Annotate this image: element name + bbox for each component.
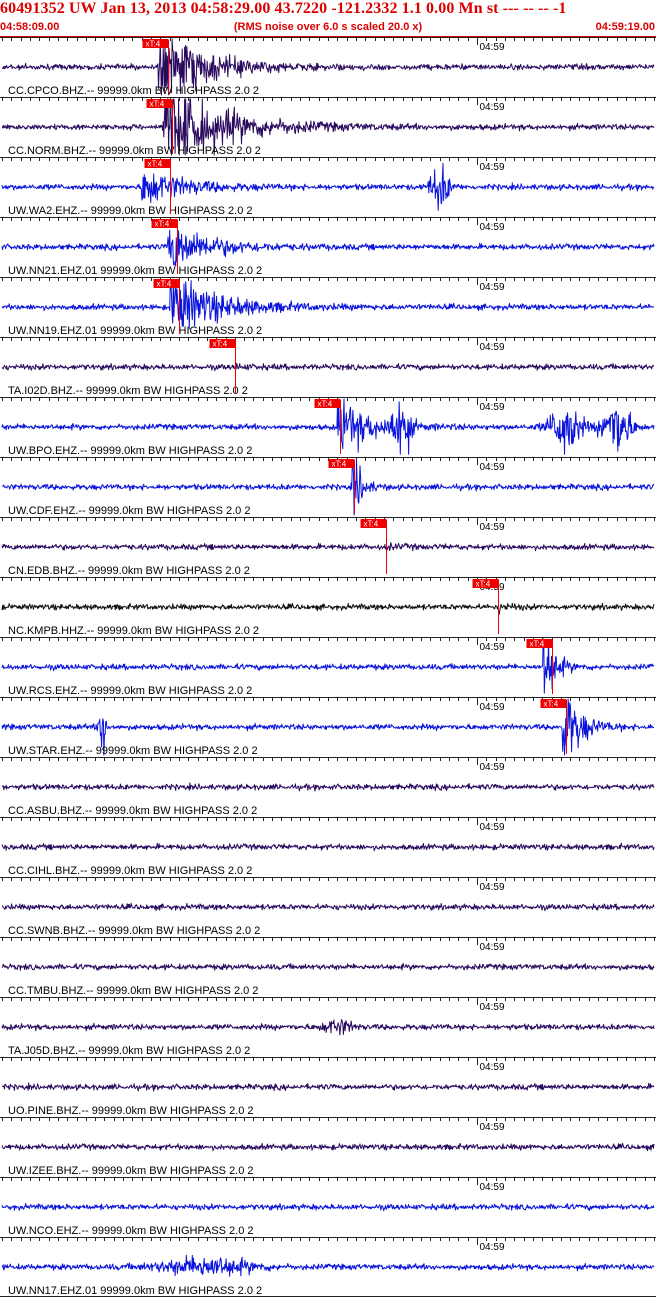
pick-label: xT:4 bbox=[364, 520, 379, 529]
trace-label: UW.RCS.EHZ.-- 99999.0km BW HIGHPASS 2.0 … bbox=[8, 685, 252, 697]
minute-label: 04:59 bbox=[480, 882, 505, 893]
pick-label: xT:4 bbox=[148, 160, 163, 169]
minute-label: 04:59 bbox=[480, 822, 505, 833]
waveform-trace bbox=[1, 602, 655, 615]
minute-label: 04:59 bbox=[480, 342, 505, 353]
minute-label: 04:59 bbox=[480, 1242, 505, 1253]
waveform-trace bbox=[1, 1142, 655, 1152]
waveform-trace bbox=[1, 782, 655, 792]
pick-label: xT:4 bbox=[155, 220, 170, 229]
trace-label: TA.J05D.BHZ.-- 99999.0km BW HIGHPASS 2.0… bbox=[8, 1045, 250, 1057]
trace-label: CC.CPCO.BHZ.-- 99999.0km BW HIGHPASS 2.0… bbox=[8, 85, 259, 97]
trace-label: UW.IZEE.BHZ.-- 99999.0km BW HIGHPASS 2.0… bbox=[8, 1165, 254, 1177]
pick-label: xT:4 bbox=[318, 400, 333, 409]
waveform-trace bbox=[1, 842, 655, 852]
pick-label: xT:4 bbox=[544, 700, 559, 709]
minute-label: 04:59 bbox=[480, 702, 505, 713]
minute-label: 04:59 bbox=[480, 102, 505, 113]
waveform-trace bbox=[1, 1082, 655, 1092]
minute-label: 04:59 bbox=[480, 282, 505, 293]
trace-label: CC.NORM.BHZ.-- 99999.0km BW HIGHPASS 2.0… bbox=[8, 145, 261, 157]
trace-label: NC.KMPB.HHZ.-- 99999.0km BW HIGHPASS 2.0… bbox=[8, 625, 259, 637]
minute-label: 04:59 bbox=[480, 462, 505, 473]
trace-label: UW.STAR.EHZ.-- 99999.0km BW HIGHPASS 2.0… bbox=[8, 745, 258, 757]
minute-label: 04:59 bbox=[480, 42, 505, 53]
minute-label: 04:59 bbox=[480, 162, 505, 173]
waveform-trace bbox=[1, 902, 655, 912]
waveform-trace bbox=[1, 542, 655, 552]
trace-label: CC.TMBU.BHZ.-- 99999.0km BW HIGHPASS 2.0… bbox=[8, 985, 258, 997]
pick-label: xT:4 bbox=[150, 100, 165, 109]
minute-label: 04:59 bbox=[480, 642, 505, 653]
trace-label: UW.NN17.EHZ.01 99999.0km BW HIGHPASS 2.0… bbox=[8, 1285, 262, 1297]
minute-label: 04:59 bbox=[480, 522, 505, 533]
pick-label: xT:4 bbox=[213, 340, 228, 349]
trace-label: UW.BPO.EHZ.-- 99999.0km BW HIGHPASS 2.0 … bbox=[8, 445, 252, 457]
minute-label: 04:59 bbox=[480, 762, 505, 773]
waveform-trace bbox=[1, 362, 655, 372]
pick-label: xT:4 bbox=[157, 280, 172, 289]
trace-label: UW.NN19.EHZ.01 99999.0km BW HIGHPASS 2.0… bbox=[8, 325, 262, 337]
pick-label: xT:4 bbox=[146, 40, 161, 49]
minute-label: 04:59 bbox=[480, 1062, 505, 1073]
trace-label: UW.CDF.EHZ.-- 99999.0km BW HIGHPASS 2.0 … bbox=[8, 505, 250, 517]
minute-label: 04:59 bbox=[480, 1002, 505, 1013]
trace-label: TA.I02D.BHZ.-- 99999.0km BW HIGHPASS 2.0… bbox=[8, 385, 248, 397]
seismogram-traces-plot: 04:59 CC.CPCO.BHZ.-- 99999.0km BW HIGHPAS… bbox=[0, 37, 656, 1297]
trace-label: CC.SWNB.BHZ.-- 99999.0km BW HIGHPASS 2.0… bbox=[8, 925, 260, 937]
pick-label: xT:4 bbox=[530, 640, 545, 649]
waveform-trace bbox=[1, 1019, 655, 1036]
pick-label: xT:4 bbox=[332, 460, 347, 469]
trace-label: UW.WA2.EHZ.-- 99999.0km BW HIGHPASS 2.0 … bbox=[8, 205, 253, 217]
minute-label: 04:59 bbox=[480, 942, 505, 953]
trace-label: UW.NN21.EHZ.01 99999.0km BW HIGHPASS 2.0… bbox=[8, 265, 262, 277]
waveform-trace bbox=[1, 1202, 655, 1212]
minute-label: 04:59 bbox=[480, 1182, 505, 1193]
end-time-label: 04:59:19.00 bbox=[595, 21, 655, 33]
minute-label: 04:59 bbox=[480, 222, 505, 233]
minute-label: 04:59 bbox=[480, 1122, 505, 1133]
waveform-trace bbox=[1, 229, 655, 267]
event-title: 60491352 UW Jan 13, 2013 04:58:29.00 43.… bbox=[0, 0, 567, 17]
trace-label: UO.PINE.BHZ.-- 99999.0km BW HIGHPASS 2.0… bbox=[8, 1105, 254, 1117]
pick-label: xT:4 bbox=[476, 580, 491, 589]
trace-label: CC.ASBU.BHZ.-- 99999.0km BW HIGHPASS 2.0… bbox=[8, 805, 257, 817]
waveform-trace bbox=[1, 963, 655, 971]
minute-label: 04:59 bbox=[480, 402, 505, 413]
seismogram-header: 60491352 UW Jan 13, 2013 04:58:29.00 43.… bbox=[0, 0, 656, 37]
waveform-trace bbox=[1, 163, 655, 211]
trace-label: CC.CIHL.BHZ.-- 99999.0km BW HIGHPASS 2.0… bbox=[8, 865, 252, 877]
trace-label: CN.EDB.BHZ.-- 99999.0km BW HIGHPASS 2.0 … bbox=[8, 565, 250, 577]
waveform-trace bbox=[1, 1254, 655, 1277]
waveform-trace bbox=[1, 278, 655, 330]
trace-label: UW.NCO.EHZ.-- 99999.0km BW HIGHPASS 2.0 … bbox=[8, 1225, 254, 1237]
scaling-note: (RMS noise over 6.0 s scaled 20.0 x) bbox=[233, 21, 423, 33]
